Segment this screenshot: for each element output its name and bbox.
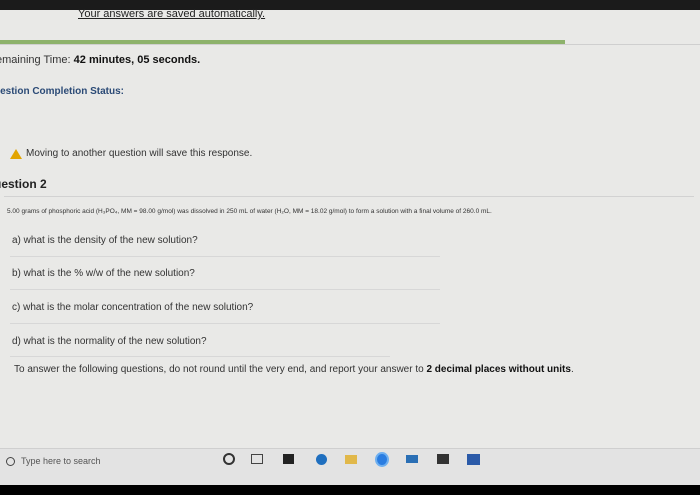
question-stem: 5.00 grams of phosphoric acid (H₃PO₄, MM… (7, 208, 492, 215)
answer-field-d[interactable] (10, 356, 390, 357)
file-explorer-icon[interactable] (344, 452, 358, 466)
store-icon[interactable] (281, 452, 295, 466)
rounding-note-suffix: . (570, 364, 574, 375)
rounding-note-bold: 2 decimal places without units (426, 364, 571, 375)
answer-field-b[interactable] (10, 289, 440, 290)
completion-status-label: uestion Completion Status: (0, 86, 124, 97)
remaining-time: emaining Time: 42 minutes, 05 seconds. (0, 54, 200, 66)
task-view-icon[interactable] (250, 452, 264, 466)
question-part-d: d) what is the normality of the new solu… (12, 336, 207, 347)
rounding-note: To answer the following questions, do no… (14, 364, 574, 375)
screen: Your answers are saved automatically. em… (0, 0, 700, 485)
question-part-b: b) what is the % w/w of the new solution… (12, 268, 195, 279)
progress-track (0, 44, 700, 45)
edge-icon[interactable] (314, 452, 328, 466)
word-icon[interactable] (466, 452, 480, 466)
rounding-note-prefix: To answer the following questions, do no… (14, 364, 427, 375)
media-icon[interactable] (436, 452, 450, 466)
taskbar-search-placeholder: Type here to search (21, 456, 101, 466)
chrome-icon[interactable] (375, 451, 389, 467)
save-warning: Moving to another question will save thi… (10, 148, 252, 159)
search-icon (6, 456, 15, 466)
saved-message: Your answers are saved automatically. (78, 8, 266, 20)
cortana-icon[interactable] (222, 452, 236, 466)
warning-icon (10, 148, 22, 159)
question-part-a: a) what is the density of the new soluti… (12, 235, 198, 246)
answer-field-a[interactable] (10, 256, 440, 257)
remaining-time-value: 42 minutes, 05 seconds. (73, 54, 201, 66)
mail-icon[interactable] (405, 452, 419, 466)
save-warning-text: Moving to another question will save thi… (26, 148, 253, 159)
answer-field-c[interactable] (10, 323, 440, 324)
taskbar-search[interactable]: Type here to search (6, 456, 101, 466)
question-title: uestion 2 (0, 177, 47, 191)
question-box (4, 196, 694, 387)
remaining-time-label: emaining Time: (0, 54, 71, 66)
question-part-c: c) what is the molar concentration of th… (12, 302, 254, 313)
